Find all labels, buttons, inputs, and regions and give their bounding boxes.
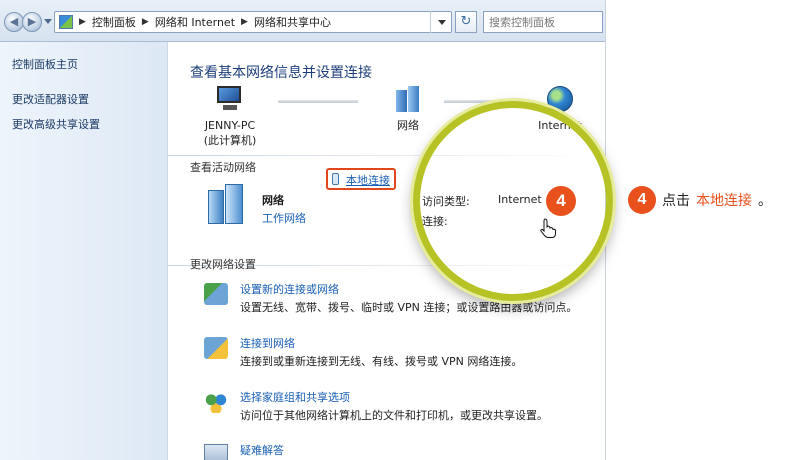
history-dropdown-icon[interactable] [44,19,52,24]
address-bar: ◀ ▶ ▶ 控制面板 ▶ 网络和 Internet ▶ 网络和共享中心 ↻ 搜索… [0,0,605,42]
ethernet-icon [332,173,339,185]
refresh-button[interactable]: ↻ [455,11,477,33]
sidebar-item-advanced-sharing[interactable]: 更改高级共享设置 [12,116,167,132]
computer-subtitle: (此计算机) [203,134,257,147]
search-placeholder: 搜索控制面板 [489,16,555,29]
setting-title[interactable]: 选择家庭组和共享选项 [240,389,350,405]
setting-desc: 连接到或重新连接到无线、有线、拨号或 VPN 网络连接。 [240,355,523,368]
hand-cursor-icon [540,218,556,238]
main-content: 查看基本网络信息并设置连接 JENNY-PC (此计算机) 网络 Interne… [168,42,605,460]
step-annotation: 4 点击 本地连接。 [628,186,772,214]
setting-title[interactable]: 疑难解答 [240,442,284,458]
map-node-network[interactable]: 网络 [368,86,448,133]
section-change-settings: 更改网络设置 [190,258,256,271]
divider [168,155,605,156]
annotation-highlight: 本地连接 [696,193,752,209]
access-type-value: Internet [498,193,542,206]
local-connection-label: 本地连接 [346,174,390,187]
computer-name: JENNY-PC [204,119,256,132]
access-type-label: 访问类型: [422,195,470,208]
network-icon [396,86,420,112]
globe-icon [547,86,573,112]
network-server-icon [208,184,246,224]
breadcrumb-network-sharing[interactable]: 网络和共享中心 [254,14,331,30]
troubleshoot-icon [204,444,228,460]
sidebar: 控制面板主页 更改适配器设置 更改高级共享设置 [0,42,168,460]
address-input[interactable]: ▶ 控制面板 ▶ 网络和 Internet ▶ 网络和共享中心 [54,11,452,33]
annotation-period: 。 [758,193,772,209]
network-location-link[interactable]: 工作网络 [262,210,306,226]
section-active-networks: 查看活动网络 [190,161,256,174]
breadcrumb-network-internet[interactable]: 网络和 Internet [155,14,235,30]
map-node-internet[interactable]: Internet [520,86,600,133]
sidebar-item-home[interactable]: 控制面板主页 [12,56,167,72]
control-panel-icon [59,15,73,29]
new-connection-icon [204,283,228,305]
setting-desc: 设置无线、宽带、拨号、临时或 VPN 连接；或设置路由器或访问点。 [240,301,578,314]
network-sharing-window: ◀ ▶ ▶ 控制面板 ▶ 网络和 Internet ▶ 网络和共享中心 ↻ 搜索… [0,0,606,460]
connect-network-icon [204,337,228,359]
sidebar-item-adapter-settings[interactable]: 更改适配器设置 [12,91,167,107]
active-network-name: 网络 [262,194,284,207]
connection-line [278,100,358,103]
network-map: JENNY-PC (此计算机) 网络 Internet [190,86,605,156]
homegroup-icon [204,391,228,413]
address-dropdown-button[interactable] [430,11,452,33]
network-label: 网络 [397,119,419,132]
connection-line [444,100,524,103]
setting-title[interactable]: 连接到网络 [240,335,295,351]
back-button[interactable]: ◀ [4,12,24,32]
computer-icon [215,86,245,112]
annotation-text: 点击 [662,193,690,209]
chevron-right-icon[interactable]: ▶ [142,17,149,27]
breadcrumb-control-panel[interactable]: 控制面板 [92,14,136,30]
local-connection-link[interactable]: 本地连接 [326,168,396,190]
map-node-computer[interactable]: JENNY-PC (此计算机) [190,86,270,148]
setting-title[interactable]: 设置新的连接或网络 [240,281,339,297]
search-input[interactable]: 搜索控制面板 [483,11,603,33]
chevron-right-icon[interactable]: ▶ [79,17,86,27]
page-title: 查看基本网络信息并设置连接 [190,65,372,81]
chevron-right-icon[interactable]: ▶ [241,17,248,27]
internet-label: Internet [538,119,582,132]
step-badge: 4 [546,186,576,216]
connections-label: 连接: [422,215,448,228]
setting-desc: 访问位于其他网络计算机上的文件和打印机，或更改共享设置。 [240,409,548,422]
step-number-badge: 4 [628,186,656,214]
forward-button[interactable]: ▶ [22,12,42,32]
